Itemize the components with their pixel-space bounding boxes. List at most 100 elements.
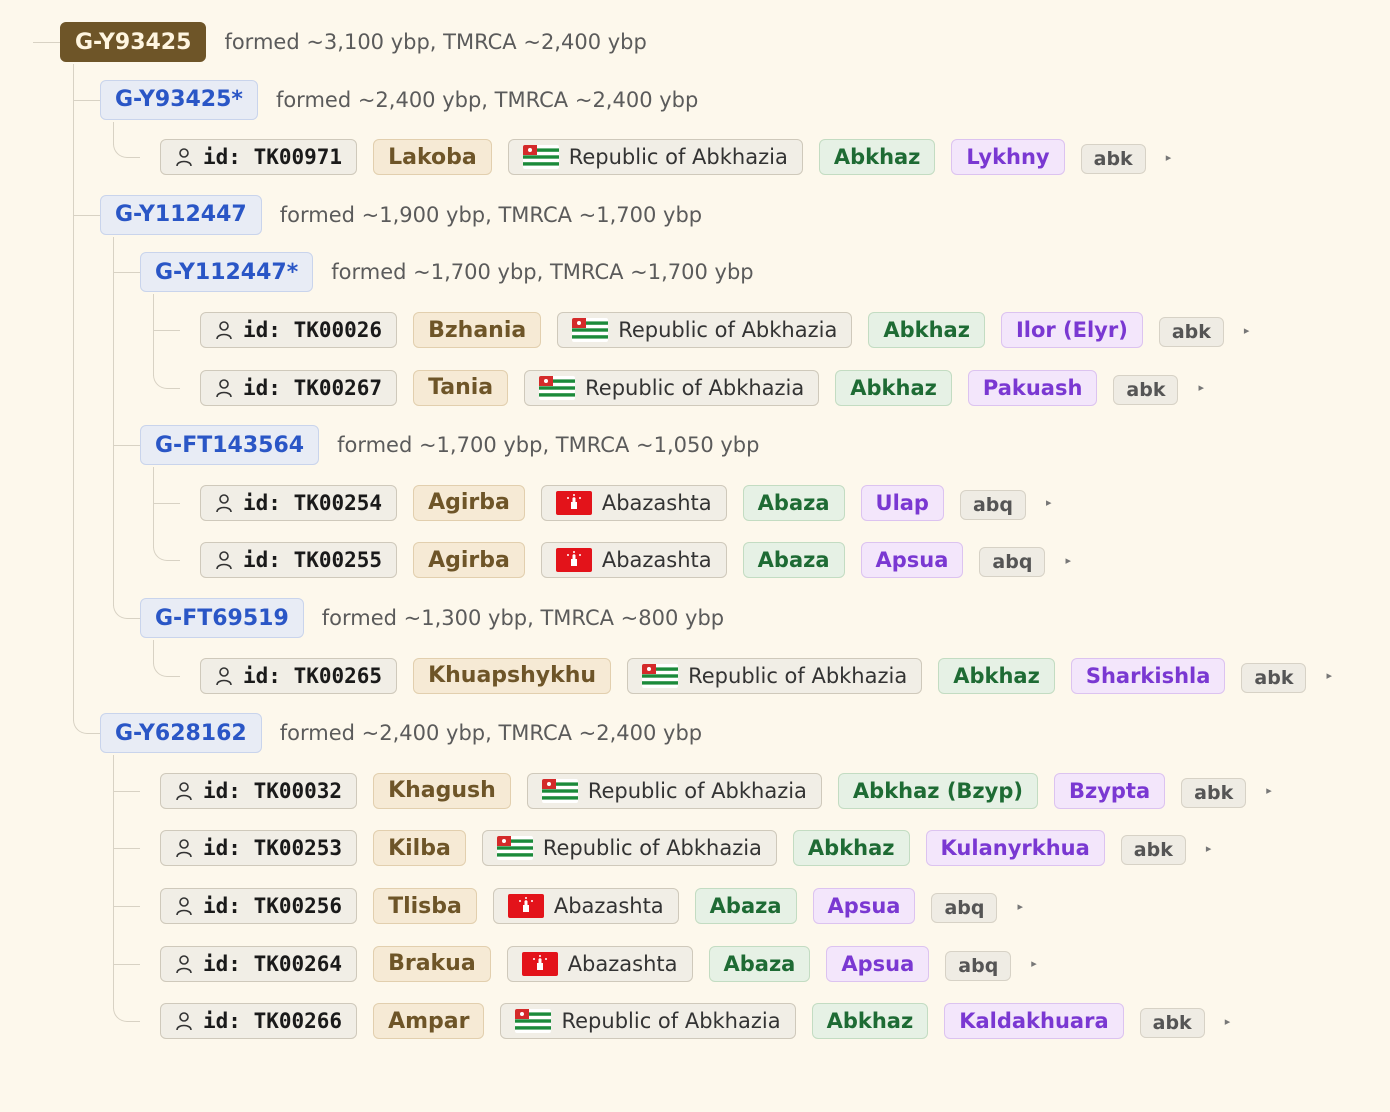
dialect-chip[interactable]: Kulanyrkhua: [925, 830, 1105, 867]
sample-row: id: TK00265 Khuapshykhu Republic of Abkhaz…: [200, 656, 1332, 696]
surname-chip[interactable]: Agirba: [413, 542, 525, 579]
language-chip[interactable]: Abkhaz: [792, 830, 910, 867]
clade-badge[interactable]: G-Y112447*: [140, 252, 314, 293]
sample-id-chip[interactable]: id: TK00971: [160, 139, 358, 176]
dialect-chip[interactable]: Bzypta: [1053, 772, 1166, 809]
location-chip[interactable]: Republic of Abkhazia: [526, 772, 822, 809]
location-chip[interactable]: Republic of Abkhazia: [481, 830, 777, 867]
sample-id-chip[interactable]: id: TK00032: [160, 772, 358, 809]
surname-chip[interactable]: Khuapshykhu: [413, 657, 612, 694]
clade-badge[interactable]: G-Y93425*: [100, 79, 258, 120]
language-code-chip[interactable]: abk: [1120, 835, 1186, 866]
sample-id: id: TK00256: [203, 894, 343, 918]
clade-node: G-Y112447* formed ~1,700 ybp, TMRCA ~1,70…: [140, 252, 754, 293]
language-chip[interactable]: Abaza: [742, 484, 845, 521]
expand-triangle-icon[interactable]: ▸: [1046, 496, 1052, 509]
person-icon: [215, 493, 243, 513]
sample-id-chip[interactable]: id: TK00264: [160, 945, 358, 982]
location-chip[interactable]: Abazashta: [540, 484, 727, 521]
sample-id-chip[interactable]: id: TK00254: [200, 484, 398, 521]
sample-id-chip[interactable]: id: TK00255: [200, 542, 398, 579]
language-code-chip[interactable]: abk: [1181, 777, 1247, 808]
surname-chip[interactable]: Kilba: [373, 830, 466, 867]
expand-triangle-icon[interactable]: ▸: [1244, 324, 1250, 337]
location-chip[interactable]: Republic of Abkhazia: [524, 369, 820, 406]
location-label: Abazashta: [601, 490, 712, 515]
surname-chip[interactable]: Brakua: [373, 945, 491, 982]
sample-id-chip[interactable]: id: TK00256: [160, 888, 358, 924]
language-chip[interactable]: Abkhaz (Bzyp): [837, 772, 1038, 809]
surname-chip[interactable]: Lakoba: [373, 139, 492, 176]
language-code-chip[interactable]: abq: [979, 547, 1046, 578]
sample-id-chip[interactable]: id: TK00266: [160, 1003, 358, 1040]
language-chip[interactable]: Abkhaz: [868, 312, 985, 348]
surname-chip[interactable]: Tlisba: [373, 888, 477, 924]
sample-id-chip[interactable]: id: TK00267: [200, 369, 398, 406]
sample-id: id: TK00971: [203, 145, 343, 170]
language-chip[interactable]: Abkhaz: [835, 369, 952, 406]
dialect-chip[interactable]: Sharkishla: [1070, 657, 1226, 694]
expand-triangle-icon[interactable]: ▸: [1206, 842, 1212, 855]
language-code-chip[interactable]: abq: [931, 893, 998, 923]
dialect-chip[interactable]: Apsua: [826, 945, 930, 982]
language-chip[interactable]: Abaza: [694, 888, 797, 924]
expand-triangle-icon[interactable]: ▸: [1166, 151, 1172, 164]
surname-chip[interactable]: Bzhania: [413, 312, 542, 348]
dialect-chip[interactable]: Pakuash: [967, 369, 1098, 406]
expand-triangle-icon[interactable]: ▸: [1065, 554, 1071, 567]
person-icon: [175, 781, 203, 801]
dialect-chip[interactable]: Apsua: [812, 888, 916, 924]
language-chip[interactable]: Abkhaz: [938, 657, 1055, 694]
language-code-chip[interactable]: abk: [1113, 374, 1179, 405]
language-code-chip[interactable]: abk: [1241, 662, 1307, 693]
expand-triangle-icon[interactable]: ▸: [1266, 784, 1272, 797]
surname-chip[interactable]: Ampar: [373, 1003, 485, 1040]
clade-badge[interactable]: G-FT143564: [140, 425, 320, 466]
tree-connector-horizontal: [113, 906, 140, 907]
clade-badge[interactable]: G-Y93425: [60, 22, 207, 62]
clade-badge[interactable]: G-FT69519: [140, 598, 304, 638]
sample-id-chip[interactable]: id: TK00265: [200, 657, 398, 694]
dialect-chip[interactable]: Kaldakhuara: [944, 1003, 1124, 1040]
language-code-chip[interactable]: abk: [1158, 317, 1224, 347]
surname-chip[interactable]: Tania: [413, 369, 509, 406]
tree-connector-corner: [113, 999, 136, 1023]
language-chip[interactable]: Abaza: [742, 542, 845, 579]
dialect-chip[interactable]: Ilor (Elyr): [1000, 312, 1143, 348]
expand-triangle-icon[interactable]: ▸: [1017, 900, 1023, 913]
clade-node: G-Y93425 formed ~3,100 ybp, TMRCA ~2,400 …: [60, 22, 647, 62]
clade-badge[interactable]: G-Y112447: [100, 194, 262, 235]
expand-triangle-icon[interactable]: ▸: [1198, 381, 1204, 394]
dialect-chip[interactable]: Ulap: [860, 484, 944, 521]
language-code-chip[interactable]: abk: [1139, 1008, 1205, 1039]
dialect-chip[interactable]: Apsua: [860, 542, 964, 579]
location-chip[interactable]: Republic of Abkhazia: [557, 312, 853, 348]
person-icon: [215, 320, 243, 340]
surname-chip[interactable]: Agirba: [413, 484, 525, 521]
language-code-chip[interactable]: abq: [945, 950, 1012, 981]
surname-chip[interactable]: Khagush: [373, 772, 511, 809]
expand-triangle-icon[interactable]: ▸: [1225, 1015, 1231, 1028]
tree-connector-vertical: [113, 755, 114, 1010]
location-chip[interactable]: Republic of Abkhazia: [500, 1003, 796, 1040]
person-icon: [175, 954, 203, 974]
language-code-chip[interactable]: abq: [959, 489, 1027, 520]
language-chip[interactable]: Abaza: [708, 945, 811, 982]
sample-id-chip[interactable]: id: TK00253: [160, 830, 358, 867]
haplogroup-tree: G-Y93425 formed ~3,100 ybp, TMRCA ~2,400 …: [0, 0, 1390, 1112]
location-chip[interactable]: Republic of Abkhazia: [627, 657, 923, 694]
expand-triangle-icon[interactable]: ▸: [1031, 957, 1037, 970]
language-chip[interactable]: Abkhaz: [818, 139, 936, 176]
sample-id: id: TK00266: [203, 1009, 343, 1034]
language-code-chip[interactable]: abk: [1080, 144, 1146, 175]
location-chip[interactable]: Abazashta: [492, 888, 679, 924]
language-chip[interactable]: Abkhaz: [811, 1003, 929, 1040]
tree-connector-corner: [73, 711, 96, 735]
sample-id-chip[interactable]: id: TK00026: [200, 312, 398, 348]
location-chip[interactable]: Abazashta: [540, 542, 727, 579]
location-chip[interactable]: Republic of Abkhazia: [507, 139, 803, 176]
location-chip[interactable]: Abazashta: [506, 945, 693, 982]
dialect-chip[interactable]: Lykhny: [951, 139, 1065, 176]
expand-triangle-icon[interactable]: ▸: [1326, 669, 1332, 682]
clade-badge[interactable]: G-Y628162: [100, 713, 262, 754]
